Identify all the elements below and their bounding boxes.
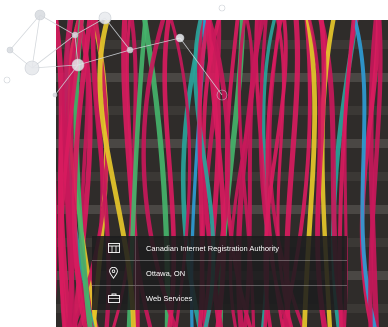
company-row: Canadian Internet Registration Authority — [92, 236, 347, 261]
rack-bar — [56, 40, 388, 49]
location-pin-icon — [92, 261, 136, 285]
location-row: Ottawa, ON — [92, 261, 347, 286]
briefcase-icon — [92, 286, 136, 310]
industry-row: Web Services — [92, 286, 347, 310]
company-info-card: Canadian Internet Registration Authority… — [92, 236, 347, 310]
company-industry: Web Services — [146, 293, 193, 303]
company-location: Ottawa, ON — [146, 268, 186, 278]
company-name: Canadian Internet Registration Authority — [146, 243, 279, 253]
building-icon — [92, 236, 136, 260]
